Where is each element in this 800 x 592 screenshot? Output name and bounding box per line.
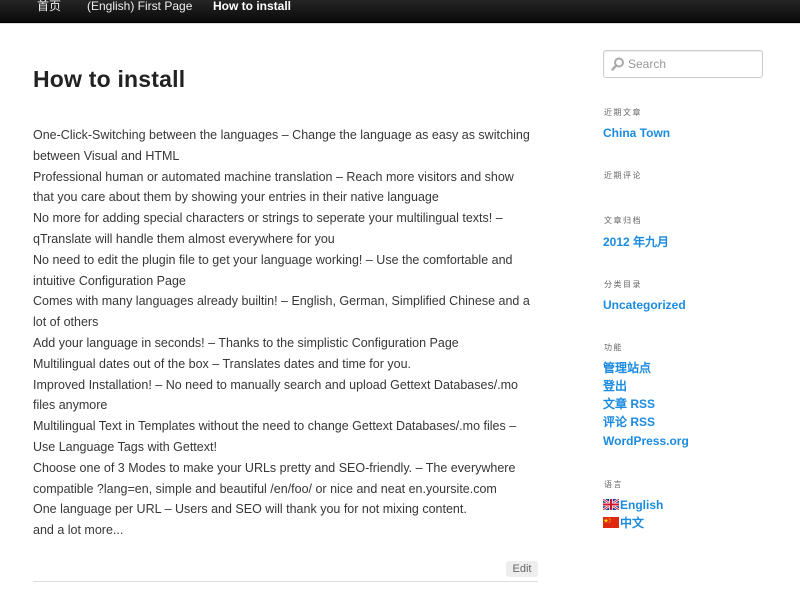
edit-button[interactable]: Edit xyxy=(506,561,538,577)
post-content-line: No need to edit the plugin file to get y… xyxy=(33,252,513,267)
language-link-chinese[interactable]: 中文 xyxy=(603,516,644,530)
top-navigation-bar: 首页 (English) First Page How to install xyxy=(0,0,800,23)
post-content-line: qTranslate will handle them almost every… xyxy=(33,231,335,246)
post-content-line: compatible ?lang=en, simple and beautifu… xyxy=(33,481,497,496)
post-content-line: intuitive Configuration Page xyxy=(33,273,186,288)
post-content-line: that you care about them by showing your… xyxy=(33,190,439,205)
nav-item-first-page[interactable]: (English) First Page xyxy=(87,0,192,14)
post-content-line: No more for adding special characters or… xyxy=(33,211,503,226)
recent-post-link[interactable]: China Town xyxy=(603,126,670,140)
post-content-line: Professional human or automated machine … xyxy=(33,169,514,184)
post-content-line: and a lot more... xyxy=(33,523,124,538)
nav-item-how-to-install[interactable]: How to install xyxy=(213,0,291,14)
search-input[interactable] xyxy=(628,55,758,73)
meta-link-entries-rss[interactable]: 文章 RSS xyxy=(603,397,655,411)
meta-link-site-admin[interactable]: 管理站点 xyxy=(603,361,651,375)
post-content-line: One language per URL – Users and SEO wil… xyxy=(33,502,467,517)
widget-title-languages: 语言 xyxy=(604,480,623,489)
widget-title-meta: 功能 xyxy=(604,343,623,352)
meta-link-wordpress-org[interactable]: WordPress.org xyxy=(603,434,689,448)
post-content-line: Multilingual dates out of the box – Tran… xyxy=(33,356,411,371)
post-content-line: lot of others xyxy=(33,315,99,330)
header-divider xyxy=(0,23,800,24)
nav-item-home[interactable]: 首页 xyxy=(37,0,61,14)
post-title[interactable]: How to install xyxy=(33,66,185,93)
widget-title-archives: 文章归档 xyxy=(604,216,642,225)
post-footer-divider xyxy=(33,581,538,582)
post-content-line: between Visual and HTML xyxy=(33,148,180,163)
post-content-line: Improved Installation! – No need to manu… xyxy=(33,377,519,392)
post-content-line: Multilingual Text in Templates without t… xyxy=(33,419,517,434)
meta-link-comments-rss[interactable]: 评论 RSS xyxy=(603,415,655,429)
post-content-line: One-Click-Switching between the language… xyxy=(33,128,530,142)
post-content-line: Add your language in seconds! – Thanks t… xyxy=(33,335,459,350)
meta-link-logout[interactable]: 登出 xyxy=(603,379,627,393)
post-content-line: files anymore xyxy=(33,398,108,413)
archive-link[interactable]: 2012 年九月 xyxy=(603,235,669,249)
post-content-line: Choose one of 3 Modes to make your URLs … xyxy=(33,460,516,475)
language-link-english[interactable]: English xyxy=(603,498,663,512)
search-box[interactable] xyxy=(603,50,763,78)
post-content-line: Comes with many languages already builti… xyxy=(33,294,530,309)
search-icon xyxy=(611,57,624,71)
widget-title-recent-posts: 近期文章 xyxy=(604,108,642,117)
post-content-line: Use Language Tags with Gettext! xyxy=(33,439,217,454)
china-flag-icon xyxy=(603,517,619,528)
widget-title-categories: 分类目录 xyxy=(604,280,642,289)
post-content: One-Click-Switching between the language… xyxy=(33,125,543,541)
uk-flag-icon xyxy=(603,499,619,510)
category-link[interactable]: Uncategorized xyxy=(603,298,686,312)
language-label-english: English xyxy=(620,498,664,512)
language-label-chinese: 中文 xyxy=(620,516,645,530)
widget-title-recent-comments: 近期评论 xyxy=(604,171,642,180)
